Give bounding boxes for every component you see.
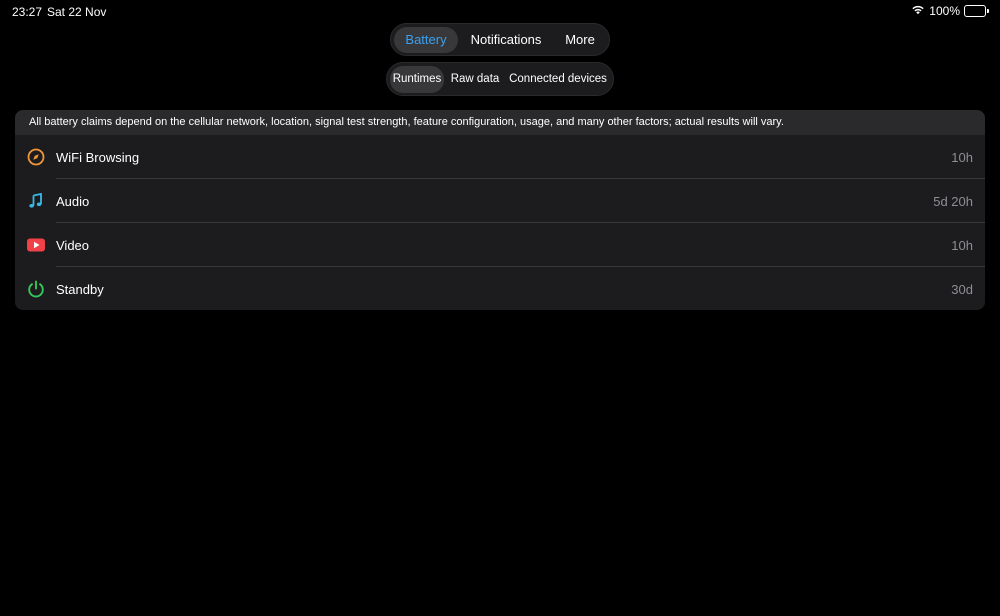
runtime-row-audio: Audio 5d 20h [15, 179, 985, 223]
tab-runtimes[interactable]: Runtimes [390, 65, 444, 93]
runtimes-card: All battery claims depend on the cellula… [15, 110, 985, 310]
runtime-label: Audio [56, 193, 90, 209]
tab-connected-devices[interactable]: Connected devices [506, 66, 610, 93]
runtime-label: Standby [56, 281, 104, 297]
runtime-row-standby: Standby 30d [15, 267, 985, 310]
main-tab-bar: Battery Notifications More [390, 23, 610, 56]
battery-full-icon [964, 5, 989, 17]
runtime-row-wifi-browsing: WiFi Browsing 10h [15, 135, 985, 179]
battery-percent: 100% [929, 4, 960, 18]
runtime-value: 5d 20h [933, 193, 973, 209]
tab-battery[interactable]: Battery [394, 26, 458, 53]
runtime-label: WiFi Browsing [56, 149, 140, 165]
music-note-icon [26, 191, 46, 211]
power-icon [26, 279, 46, 299]
status-date: Sat 22 Nov [47, 5, 107, 19]
battery-disclaimer: All battery claims depend on the cellula… [15, 110, 985, 135]
runtime-label: Video [56, 237, 90, 253]
tab-more[interactable]: More [554, 27, 606, 53]
runtime-value: 10h [951, 149, 973, 165]
runtime-value: 30d [951, 281, 973, 297]
sub-tab-bar: Runtimes Raw data Connected devices [386, 62, 614, 96]
compass-icon [26, 147, 46, 167]
runtime-value: 10h [951, 237, 973, 253]
wifi-icon [911, 4, 925, 18]
tab-raw-data[interactable]: Raw data [444, 66, 506, 93]
tab-notifications[interactable]: Notifications [458, 27, 554, 53]
status-time: 23:27 [12, 5, 43, 19]
status-bar: 23:27 Sat 22 Nov 100% [0, 0, 1000, 24]
status-indicators: 100% [911, 4, 989, 18]
play-icon [26, 235, 46, 255]
runtime-row-video: Video 10h [15, 223, 985, 267]
